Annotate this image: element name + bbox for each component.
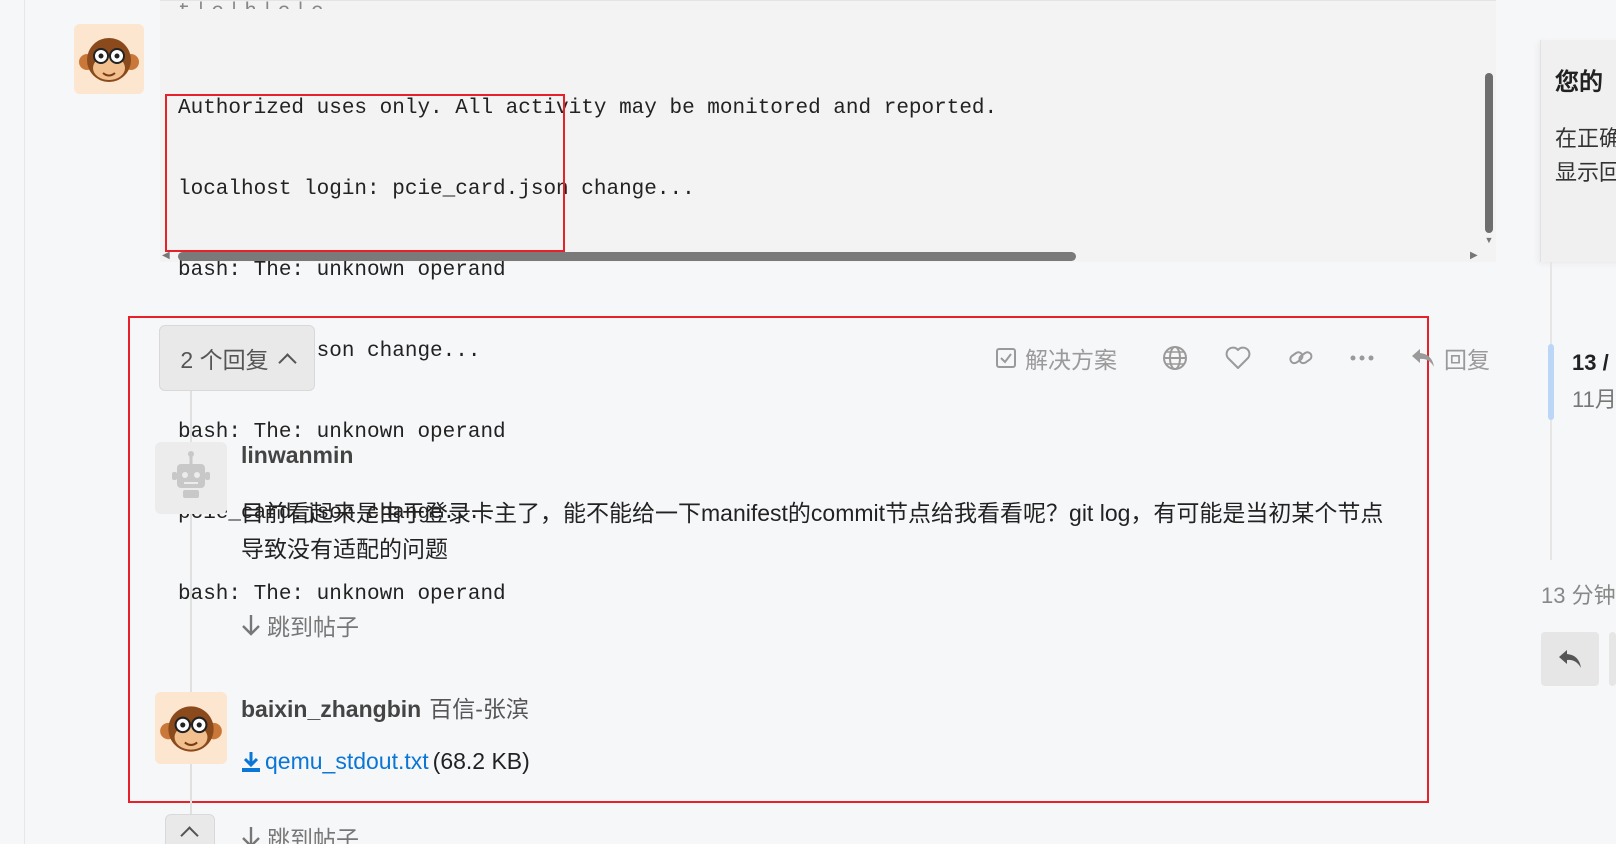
poster-avatar[interactable] <box>74 24 144 94</box>
chevron-up-icon <box>180 826 199 844</box>
attachment-size: (68.2 KB) <box>432 748 530 774</box>
download-icon <box>242 751 260 772</box>
notice-line: 在正确 <box>1555 126 1616 151</box>
arrow-down-icon <box>242 827 260 844</box>
monkey-avatar-icon <box>74 24 144 94</box>
like-button[interactable] <box>1225 338 1251 378</box>
globe-icon <box>1163 346 1187 370</box>
code-line: Authorized uses only. All activity may b… <box>178 97 998 120</box>
page-left-border <box>24 0 25 844</box>
reply-avatar-robot[interactable] <box>155 442 227 514</box>
vertical-scroll-thumb[interactable] <box>1485 73 1493 233</box>
notice-body: 在正确 显示回 <box>1555 122 1616 190</box>
code-line: localhost login: pcie_card.json change..… <box>178 178 695 201</box>
post-action-bar: 解决方案 回复 <box>0 338 1616 378</box>
reply-body: 目前看起来是由于登录卡主了，能不能给一下manifest的commit节点给我看… <box>241 500 1384 562</box>
reply-arrow-icon <box>1412 349 1434 367</box>
timeline-post-count: 13 / <box>1572 350 1609 375</box>
jump-to-post-label: 跳到帖子 <box>267 614 359 640</box>
reply-username[interactable]: linwanmin <box>241 442 353 469</box>
jump-to-post-link[interactable]: 跳到帖子 <box>241 608 359 642</box>
attachment-link[interactable]: qemu_stdout.txt <box>265 748 429 775</box>
scroll-right-arrow-icon[interactable]: ▶ <box>1470 250 1478 261</box>
jump-to-post-link[interactable]: 跳到帖子 <box>241 820 359 844</box>
notice-title: 您的 <box>1555 69 1603 96</box>
ellipsis-icon <box>1350 355 1374 361</box>
heart-icon <box>1225 346 1251 369</box>
arrow-down-icon <box>242 615 260 636</box>
reply-username[interactable]: baixin_zhangbin 百信-张滨 <box>241 690 529 724</box>
timeline-date: 11月 <box>1572 387 1616 412</box>
timeline-last-activity: 13 分钟 <box>1541 583 1616 608</box>
solution-label: 解决方案 <box>1025 347 1117 373</box>
reply-arrow-icon <box>1559 650 1581 668</box>
reply-fullname: 百信-张滨 <box>429 696 529 722</box>
reply-label: 回复 <box>1444 347 1490 373</box>
attachment[interactable]: qemu_stdout.txt (68.2 KB) <box>241 748 530 775</box>
monkey-avatar-icon <box>155 692 227 764</box>
sidebar-reply-button[interactable] <box>1541 632 1599 686</box>
more-actions-button[interactable] <box>1350 338 1374 378</box>
code-line: bash: The: unknown operand <box>178 583 506 606</box>
notice-line: 显示回 <box>1555 160 1616 185</box>
reply-button[interactable]: 回复 <box>1410 338 1490 378</box>
robot-avatar-icon <box>172 451 210 498</box>
scroll-left-arrow-icon[interactable]: ◀ <box>162 250 170 261</box>
code-vertical-scrollbar[interactable]: ▼ <box>1482 1 1496 249</box>
checkbox-icon <box>996 348 1016 368</box>
jump-to-post-label: 跳到帖子 <box>267 826 359 844</box>
reply-avatar-monkey[interactable] <box>155 692 227 764</box>
translate-button[interactable] <box>1162 338 1188 378</box>
horizontal-scroll-thumb[interactable] <box>178 252 1076 261</box>
timeline-handle[interactable] <box>1548 344 1554 420</box>
reply-username-text[interactable]: baixin_zhangbin <box>241 696 421 722</box>
solution-button[interactable]: 解决方案 <box>995 338 1117 378</box>
scroll-down-arrow-icon[interactable]: ▼ <box>1484 235 1494 245</box>
sidebar-next-button[interactable] <box>1609 632 1616 686</box>
notice-panel: 您的 在正确 显示回 <box>1540 40 1616 262</box>
collapse-replies-button[interactable] <box>165 814 215 844</box>
code-cut-line: t|c|h|c|c <box>178 1 327 9</box>
code-horizontal-scrollbar[interactable]: ◀ ▶ <box>160 249 1482 263</box>
code-block[interactable]: t|c|h|c|c Authorized uses only. All acti… <box>160 0 1496 606</box>
link-icon <box>1289 351 1313 365</box>
copy-link-button[interactable] <box>1288 338 1314 378</box>
